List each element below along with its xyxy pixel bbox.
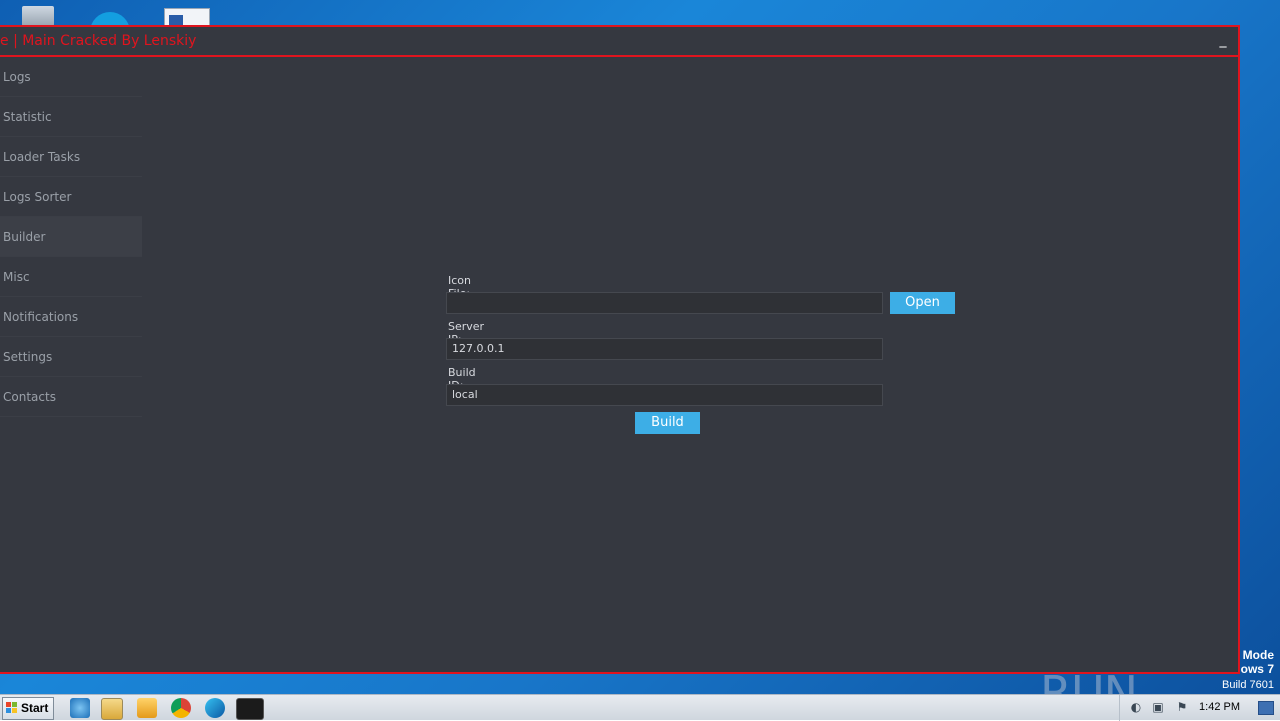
sidebar-item-logs-sorter[interactable]: Logs Sorter <box>0 177 142 217</box>
window-title: e | Main Cracked By Lenskiy <box>0 33 197 49</box>
server-ip-input[interactable]: 127.0.0.1 <box>446 338 883 360</box>
open-button[interactable]: Open <box>890 292 955 314</box>
minimize-button[interactable]: _ <box>1216 31 1230 49</box>
internet-explorer-icon[interactable] <box>70 698 90 718</box>
sidebar-item-builder[interactable]: Builder <box>0 217 142 257</box>
sidebar-item-logs[interactable]: Logs <box>0 57 142 97</box>
file-explorer-icon[interactable] <box>101 698 123 720</box>
system-tray: ◐ ▣ ⚑ 1:42 PM <box>1119 695 1280 721</box>
sidebar-item-statistic[interactable]: Statistic <box>0 97 142 137</box>
clock[interactable]: 1:42 PM <box>1199 701 1240 713</box>
action-center-flag-icon[interactable]: ⚑ <box>1174 700 1190 714</box>
start-label: Start <box>21 701 49 715</box>
volume-icon[interactable]: ◐ <box>1128 700 1144 714</box>
start-button[interactable]: Start <box>2 697 54 720</box>
icon-file-input[interactable] <box>446 292 883 314</box>
show-desktop-button[interactable] <box>1258 701 1274 715</box>
sidebar-item-notifications[interactable]: Notifications <box>0 297 142 337</box>
build-id-input[interactable]: local <box>446 384 883 406</box>
sidebar-item-loader-tasks[interactable]: Loader Tasks <box>0 137 142 177</box>
edition-line-1: Mode <box>1242 648 1274 662</box>
edge-icon[interactable] <box>205 698 225 718</box>
build-button[interactable]: Build <box>635 412 700 434</box>
title-bar[interactable]: e | Main Cracked By Lenskiy _ <box>0 27 1238 57</box>
edition-line-3: Build 7601 <box>1222 679 1274 691</box>
sidebar: Logs Statistic Loader Tasks Logs Sorter … <box>0 57 142 417</box>
edition-line-2: lows 7 <box>1237 662 1274 676</box>
sidebar-item-contacts[interactable]: Contacts <box>0 377 142 417</box>
sidebar-item-settings[interactable]: Settings <box>0 337 142 377</box>
windows-logo-icon <box>6 702 18 714</box>
network-icon[interactable]: ▣ <box>1150 700 1166 714</box>
media-player-icon[interactable] <box>137 698 157 718</box>
chrome-icon[interactable] <box>171 698 191 718</box>
taskbar: Start ◐ ▣ ⚑ 1:42 PM <box>0 694 1280 721</box>
sidebar-item-misc[interactable]: Misc <box>0 257 142 297</box>
stealer-app-icon[interactable] <box>236 698 264 720</box>
